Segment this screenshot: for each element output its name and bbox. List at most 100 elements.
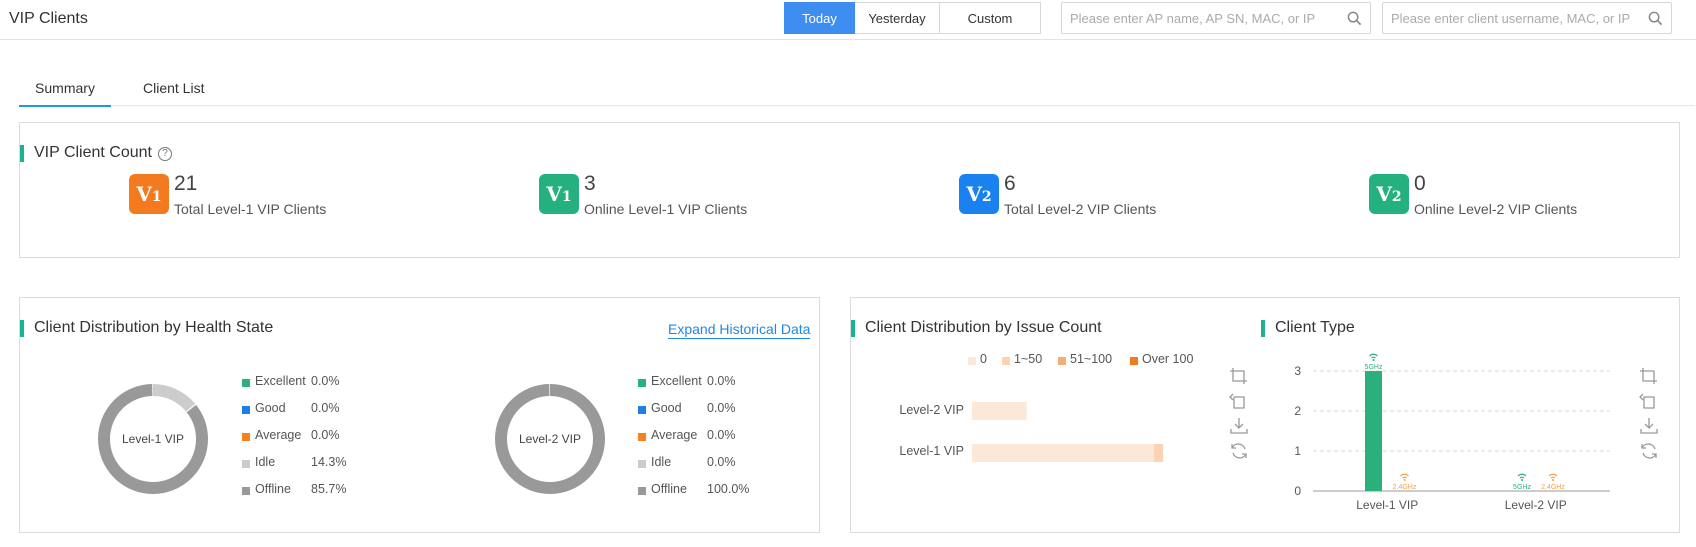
yesterday-button[interactable]: Yesterday	[855, 2, 940, 34]
tab-bar: Summary Client List	[19, 70, 1695, 107]
tab-client-list[interactable]: Client List	[143, 80, 204, 105]
legend-swatch	[242, 487, 250, 495]
download-icon[interactable]	[1229, 417, 1249, 435]
refresh-icon[interactable]	[1639, 442, 1659, 460]
legend-swatch	[638, 433, 646, 441]
client-type-title: Client Type	[1261, 318, 1355, 338]
x-category-label: Level-2 VIP	[1505, 498, 1567, 512]
health-state-title: Client Distribution by Health State	[20, 318, 273, 338]
y-tick-label: 0	[1294, 484, 1301, 498]
restore-icon[interactable]	[1229, 392, 1249, 410]
issue-count-bar-chart	[972, 402, 1164, 462]
issue-chart-toolbox	[1229, 367, 1249, 467]
x-category-label: Level-1 VIP	[1356, 498, 1418, 512]
band-label: 2.4GHz	[1393, 484, 1417, 491]
wifi-dot	[1372, 359, 1375, 361]
search-icon[interactable]	[1648, 11, 1663, 26]
wifi-arc	[1369, 353, 1378, 357]
vip-count-label: Total Level-2 VIP Clients	[1004, 201, 1157, 217]
legend-percentage: 100.0%	[707, 482, 750, 496]
legend-label: Good	[255, 401, 286, 415]
legend-label: 0	[980, 352, 987, 366]
y-tick-label: 3	[1294, 364, 1301, 378]
legend-label: Excellent	[651, 374, 702, 388]
refresh-icon[interactable]	[1229, 442, 1249, 460]
legend-percentage: 14.3%	[311, 455, 347, 469]
issue-bar-level-1-vip-0	[972, 444, 1154, 462]
level2-vip-badge-icon: V2	[959, 174, 999, 214]
type-chart-toolbox	[1639, 367, 1659, 467]
badge-level: 2	[981, 189, 992, 205]
wifi-arc	[1550, 476, 1556, 479]
legend-label: Excellent	[255, 374, 306, 388]
today-button[interactable]: Today	[784, 2, 855, 34]
level2-vip-badge-icon: V2	[1369, 174, 1409, 214]
wifi-arc	[1371, 356, 1376, 359]
legend-swatch	[242, 406, 250, 414]
wifi-arc	[1400, 473, 1409, 477]
vip-count-title: VIP Client Count?	[20, 143, 172, 163]
wifi-arc	[1402, 476, 1407, 479]
level1-vip-badge-icon: V1	[129, 174, 169, 214]
wifi-icon	[1517, 473, 1527, 481]
wifi-arc	[1517, 473, 1527, 477]
legend-label: Idle	[255, 455, 276, 469]
legend-percentage: 0.0%	[311, 401, 340, 415]
legend-swatch	[242, 433, 250, 441]
client-search-box	[1382, 2, 1672, 34]
wifi-icon	[1369, 353, 1378, 361]
y-tick-label: 2	[1294, 404, 1301, 418]
download-icon[interactable]	[1639, 417, 1659, 435]
legend-swatch	[638, 460, 646, 468]
legend-swatch	[242, 379, 250, 387]
legend-swatch	[638, 406, 646, 414]
client-type-bar-5GHz	[1365, 371, 1382, 491]
page-title: VIP Clients	[9, 10, 88, 27]
band-label: 2.4GHz	[1541, 484, 1565, 491]
legend-percentage: 0.0%	[707, 428, 736, 442]
legend-percentage: 0.0%	[707, 455, 736, 469]
wifi-dot	[1403, 479, 1406, 481]
vip-count-value: 6	[1004, 172, 1016, 195]
wifi-icon	[1400, 473, 1409, 481]
expand-historical-data-link[interactable]: Expand Historical Data	[668, 320, 811, 339]
legend-label: 1~50	[1014, 352, 1043, 366]
legend-label: Offline	[255, 482, 291, 496]
date-range-selector: Today Yesterday Custom	[784, 2, 1041, 34]
legend-label: Good	[651, 401, 682, 415]
top-bar: VIP Clients Today Yesterday Custom	[0, 0, 1696, 40]
badge-level: 1	[561, 189, 572, 205]
y-tick-label: 1	[1294, 444, 1301, 458]
search-icon[interactable]	[1347, 11, 1362, 26]
legend-swatch	[638, 487, 646, 495]
help-icon[interactable]: ?	[158, 147, 172, 161]
crop-icon[interactable]	[1639, 367, 1659, 385]
band-label: 5GHz	[1365, 364, 1383, 371]
legend-swatch	[1130, 357, 1138, 365]
wifi-dot	[1521, 479, 1523, 481]
level1-health-donut: Level-1 VIP	[98, 384, 208, 494]
issue-category-label: Level-1 VIP	[899, 444, 964, 458]
ap-search-input[interactable]	[1062, 3, 1370, 33]
wifi-dot	[1552, 479, 1554, 481]
vip-count-value: 0	[1414, 172, 1426, 195]
vip-count-value: 3	[584, 172, 596, 195]
issue-bar-level-1-vip-1~50	[1154, 444, 1164, 462]
legend-percentage: 0.0%	[707, 374, 736, 388]
custom-button[interactable]: Custom	[940, 2, 1041, 34]
wifi-arc	[1548, 473, 1558, 477]
legend-percentage: 0.0%	[311, 374, 340, 388]
badge-letter: V	[1376, 182, 1392, 206]
issue-count-title: Client Distribution by Issue Count	[851, 318, 1102, 338]
legend-label: Idle	[651, 455, 672, 469]
issue-category-label: Level-2 VIP	[899, 403, 964, 417]
badge-letter: V	[546, 182, 562, 206]
client-search-input[interactable]	[1383, 3, 1671, 33]
legend-swatch	[638, 379, 646, 387]
tab-summary[interactable]: Summary	[19, 80, 111, 107]
ap-search-box	[1061, 2, 1371, 34]
donut-center-label: Level-2 VIP	[519, 432, 581, 446]
restore-icon[interactable]	[1639, 392, 1659, 410]
crop-icon[interactable]	[1229, 367, 1249, 385]
legend-label: Average	[255, 428, 302, 442]
